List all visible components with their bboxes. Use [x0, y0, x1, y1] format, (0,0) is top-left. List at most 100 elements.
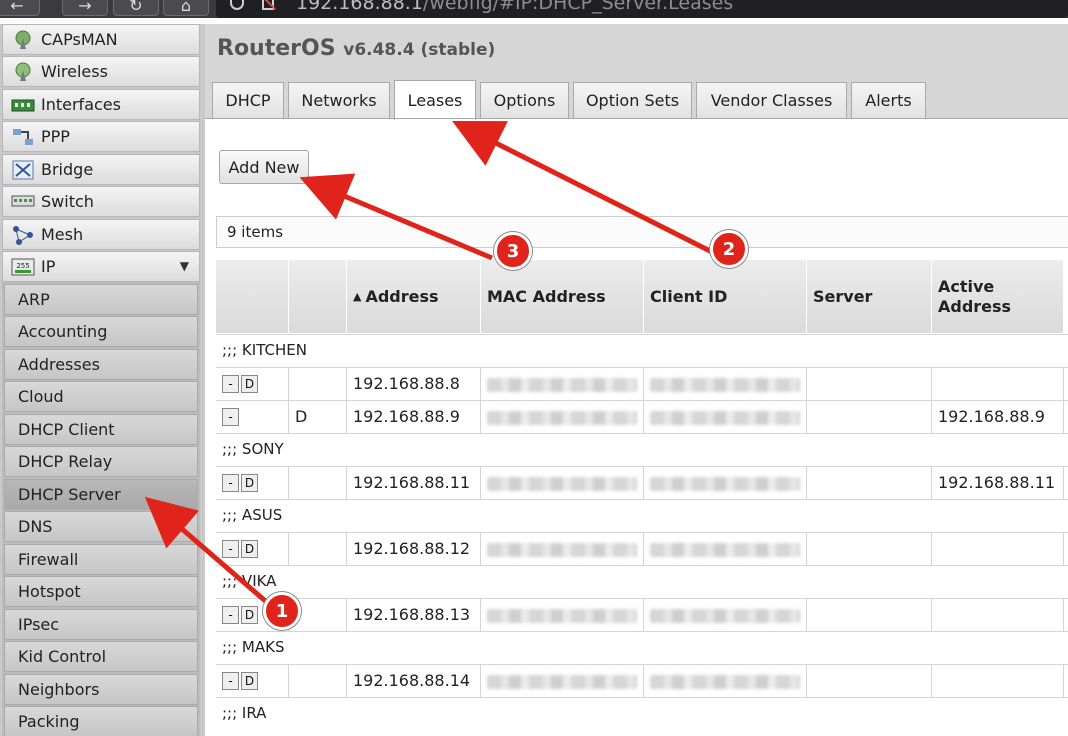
row-address: 192.168.88.13 — [347, 599, 481, 632]
sidebar-item-interfaces[interactable]: Interfaces — [2, 89, 200, 120]
row-client-id — [644, 599, 807, 632]
row-client-id — [644, 368, 807, 401]
sidebar-item-label: CAPsMAN — [41, 30, 118, 49]
redacted-blur — [650, 411, 800, 425]
annotation-badge-3: 3 — [494, 232, 532, 270]
submenu-item-ipsec[interactable]: IPsec — [4, 609, 198, 640]
sidebar-item-wireless[interactable]: Wireless — [2, 56, 200, 87]
row-active-address: 192.168.88.9 — [932, 401, 1064, 434]
row-client-id — [644, 401, 807, 434]
table-row[interactable]: -D 192.168.88.13 — [216, 598, 1068, 632]
interfaces-icon — [11, 99, 35, 111]
make-static-button[interactable]: D — [241, 540, 258, 558]
sidebar-item-label: Mesh — [41, 225, 84, 244]
column-header-address-label: Address — [365, 287, 439, 306]
sidebar-item-label: Interfaces — [41, 95, 121, 114]
back-button[interactable]: ← — [0, 0, 40, 16]
tab-options[interactable]: Options — [480, 82, 569, 118]
switch-icon — [11, 195, 35, 206]
row-server — [807, 401, 932, 434]
row-active-address — [932, 368, 1064, 401]
row-flag — [289, 665, 347, 698]
home-button[interactable]: ⌂ — [163, 0, 209, 16]
table-row[interactable]: - D 192.168.88.9 192.168.88.9 — [216, 400, 1068, 434]
annotation-badge-2: 2 — [710, 230, 748, 268]
make-static-button[interactable]: D — [241, 672, 258, 690]
redacted-blur — [487, 675, 637, 689]
item-count: 9 items — [216, 216, 1068, 248]
submenu-item-dhcp-relay[interactable]: DHCP Relay — [4, 446, 198, 477]
tab-vendor-classes[interactable]: Vendor Classes — [696, 82, 847, 118]
remove-button[interactable]: - — [222, 540, 239, 558]
column-header-active-address[interactable]: Active Address — [932, 260, 1064, 333]
expand-arrow-icon: ▼ — [179, 259, 189, 273]
column-header-mac-address[interactable]: MAC Address — [481, 260, 644, 333]
redacted-blur — [487, 609, 637, 623]
submenu-item-dhcp-server[interactable]: DHCP Server — [4, 479, 198, 510]
bridge-icon — [12, 160, 34, 179]
address-bar[interactable]: 192.168.88.1/webfig/#IP:DHCP_Server.Leas… — [216, 0, 1068, 18]
row-mac-address — [481, 533, 644, 566]
submenu-item-cloud[interactable]: Cloud — [4, 381, 198, 412]
row-server — [807, 467, 932, 500]
remove-button[interactable]: - — [222, 375, 239, 393]
submenu-item-addresses[interactable]: Addresses — [4, 349, 198, 380]
capsman-icon — [15, 30, 31, 49]
column-header-client-id[interactable]: Client ID — [644, 260, 807, 333]
sidebar-item-mesh[interactable]: Mesh — [2, 219, 200, 250]
redacted-blur — [487, 543, 637, 557]
reload-button[interactable]: ↻ — [113, 0, 159, 16]
submenu-item-hotspot[interactable]: Hotspot — [4, 576, 198, 607]
row-address: 192.168.88.12 — [347, 533, 481, 566]
table-row[interactable]: -D 192.168.88.12 — [216, 532, 1068, 566]
row-flag: D — [289, 401, 347, 434]
product-name: RouterOS — [217, 36, 336, 61]
remove-button[interactable]: - — [222, 606, 239, 624]
submenu-item-dns[interactable]: DNS — [4, 511, 198, 542]
redacted-blur — [650, 675, 800, 689]
make-static-button[interactable]: D — [241, 474, 258, 492]
submenu-item-dhcp-client[interactable]: DHCP Client — [4, 414, 198, 445]
row-actions: -D — [216, 665, 289, 698]
tab-leases[interactable]: Leases — [394, 80, 476, 120]
sort-ascending-icon: ▲ — [353, 290, 362, 303]
tab-networks[interactable]: Networks — [288, 82, 390, 118]
table-row-group: ;;; ASUS — [216, 499, 1068, 532]
row-server — [807, 368, 932, 401]
redacted-blur — [487, 411, 637, 425]
add-new-button[interactable]: Add New — [219, 150, 309, 184]
sidebar-item-capsman[interactable]: CAPsMAN — [2, 24, 200, 55]
table-row[interactable]: -D 192.168.88.14 — [216, 664, 1068, 698]
table-row[interactable]: -D 192.168.88.11 192.168.88.11 — [216, 466, 1068, 500]
remove-button[interactable]: - — [222, 474, 239, 492]
row-server — [807, 533, 932, 566]
tab-option-sets[interactable]: Option Sets — [573, 82, 692, 118]
table-row-group: ;;; VIKA — [216, 565, 1068, 598]
make-static-button[interactable]: D — [241, 375, 258, 393]
submenu-item-arp[interactable]: ARP — [4, 284, 198, 315]
submenu-item-packing[interactable]: Packing — [4, 706, 198, 736]
submenu-item-firewall[interactable]: Firewall — [4, 544, 198, 575]
sidebar-item-ip[interactable]: 255 IP ▼ — [2, 251, 200, 282]
sidebar-item-ppp[interactable]: PPP — [2, 121, 200, 152]
tab-dhcp[interactable]: DHCP — [212, 82, 284, 118]
ip-icon: 255 — [11, 258, 35, 275]
column-header-server[interactable]: Server — [807, 260, 932, 333]
main-panel: RouterOS v6.48.4 (stable) DHCP Networks … — [205, 24, 1068, 736]
row-mac-address — [481, 401, 644, 434]
forward-button[interactable]: → — [62, 0, 108, 16]
row-actions: - — [216, 401, 289, 434]
submenu-item-accounting[interactable]: Accounting — [4, 316, 198, 347]
sidebar-item-switch[interactable]: Switch — [2, 186, 200, 217]
submenu-item-kid-control[interactable]: Kid Control — [4, 641, 198, 672]
table-row[interactable]: -D 192.168.88.8 — [216, 367, 1068, 401]
svg-text:255: 255 — [16, 262, 29, 270]
submenu-item-neighbors[interactable]: Neighbors — [4, 674, 198, 705]
make-static-button[interactable]: D — [241, 606, 258, 624]
remove-button[interactable]: - — [222, 672, 239, 690]
remove-button[interactable]: - — [222, 408, 239, 426]
column-header-address[interactable]: ▲ Address — [347, 260, 481, 333]
tab-alerts[interactable]: Alerts — [851, 82, 926, 118]
sidebar-item-bridge[interactable]: Bridge — [2, 154, 200, 185]
wireless-icon — [15, 62, 31, 81]
